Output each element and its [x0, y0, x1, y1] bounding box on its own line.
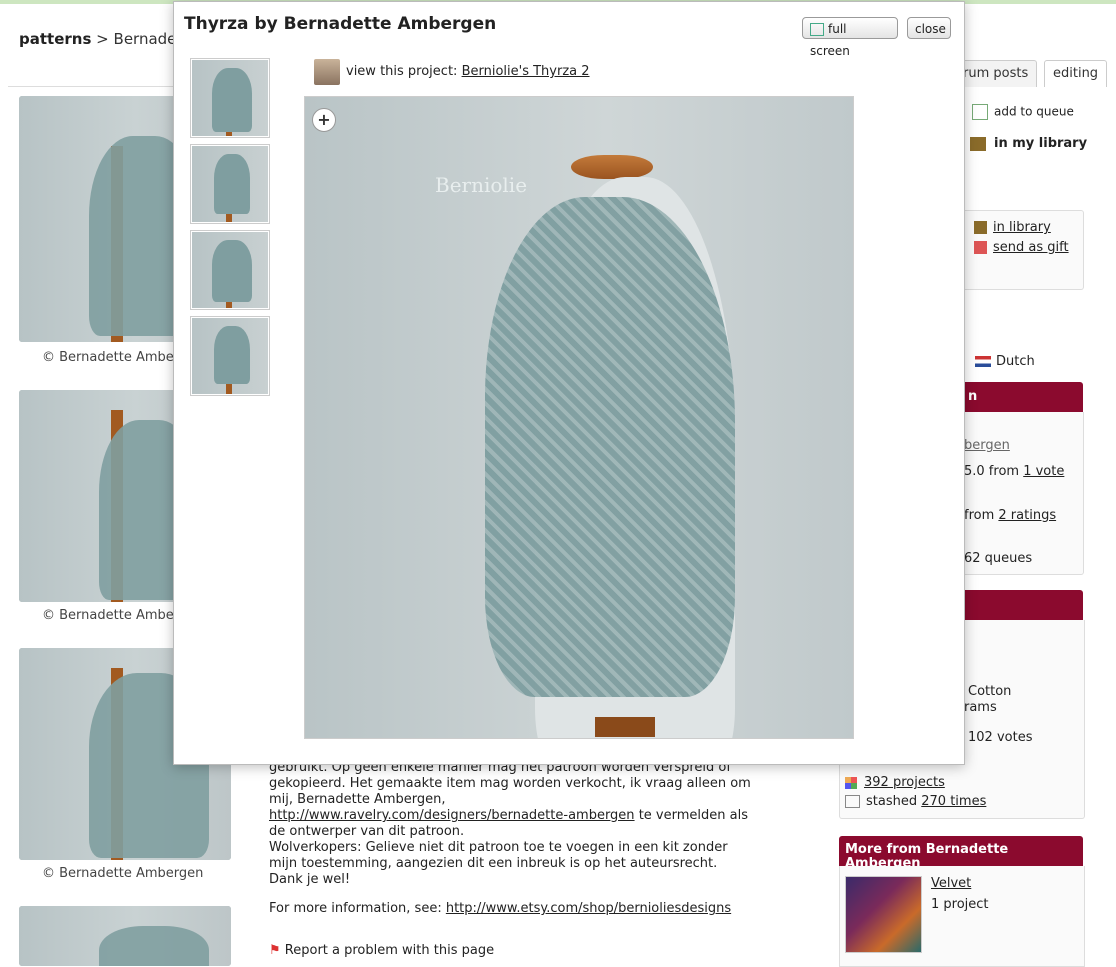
yarn-fiber: Cotton — [968, 684, 1012, 699]
modal-title: Thyrza by Bernadette Ambergen — [184, 14, 497, 34]
thumbnail-2[interactable] — [190, 144, 270, 224]
queue-icon — [972, 104, 988, 120]
stash-icon — [845, 795, 860, 808]
breadcrumb-patterns[interactable]: patterns — [19, 30, 91, 48]
project-photo-modal: Thyrza by Bernadette Ambergen full scree… — [173, 1, 965, 765]
notes-line: mijn toestemming, aangezien dit een inbr… — [269, 856, 718, 871]
photo-caption: © Bernadette Ambergen — [42, 866, 204, 881]
in-library[interactable]: in library — [974, 220, 1051, 235]
notes-line: te vermelden als — [638, 808, 748, 823]
language: Dutch — [975, 354, 1035, 369]
queues-count: 62 queues — [964, 551, 1033, 566]
difficulty-label: from — [964, 508, 995, 523]
notes-line: mij, Bernadette Ambergen, — [269, 792, 446, 807]
photo-watermark: Berniolie — [435, 173, 528, 197]
project-main-photo[interactable]: + Berniolie — [304, 96, 854, 739]
rating-label: 5.0 from — [964, 464, 1020, 479]
report-problem[interactable]: ⚑ Report a problem with this page — [269, 943, 494, 958]
tab-forum-posts[interactable]: rum posts — [954, 60, 1038, 87]
details-box-header — [962, 590, 1083, 620]
shawl — [485, 197, 735, 697]
breadcrumb: patterns > Bernadett — [19, 30, 188, 48]
full-screen-icon — [810, 23, 824, 36]
in-my-library-label: in my library — [994, 136, 1088, 151]
tab-editing[interactable]: editing — [1044, 60, 1108, 87]
photo-caption: © Bernadette Amber — [42, 350, 180, 365]
zoom-in-icon[interactable]: + — [312, 108, 336, 132]
breadcrumb-separator: > — [96, 30, 109, 48]
avatar[interactable] — [314, 58, 340, 85]
dutch-flag-icon — [975, 356, 991, 367]
add-to-queue-label: add to queue — [994, 104, 1074, 119]
etsy-link[interactable]: http://www.etsy.com/shop/bernioliesdesig… — [446, 901, 731, 916]
photo-caption: © Bernadette Ambe — [42, 608, 174, 623]
velvet-thumbnail[interactable] — [845, 876, 922, 953]
difficulty-ratings-link[interactable]: 2 ratings — [998, 508, 1056, 523]
velvet-projects: 1 project — [931, 897, 989, 912]
project-link[interactable]: Berniolie's Thyrza 2 — [462, 64, 590, 79]
projects-icon — [845, 776, 857, 789]
library-icon — [974, 221, 987, 234]
send-as-gift[interactable]: send as gift — [974, 240, 1069, 255]
projects[interactable]: 392 projects — [845, 775, 945, 790]
difficulty: from 2 ratings — [964, 508, 1056, 523]
notes-line: Wolverkopers: Gelieve niet dit patroon t… — [269, 840, 728, 855]
in-my-library[interactable]: in my library — [970, 136, 1087, 151]
rating-votes-link[interactable]: 1 vote — [1023, 464, 1064, 479]
more-info: For more information, see: http://www.et… — [269, 901, 731, 916]
pattern-photo-4[interactable] — [19, 906, 231, 966]
designer-link[interactable]: bergen — [964, 438, 1010, 453]
thumbnail-3[interactable] — [190, 230, 270, 310]
in-library-link[interactable]: in library — [993, 220, 1051, 235]
library-check-icon — [970, 136, 986, 151]
language-label: Dutch — [996, 354, 1035, 369]
view-project-row: view this project: Berniolie's Thyrza 2 — [314, 58, 590, 86]
view-project-label: view this project: — [346, 64, 458, 79]
pattern-notes: gebruikt. Op geen enkele manier mag het … — [269, 760, 789, 888]
notes-line: de ontwerper van dit patroon. — [269, 824, 465, 839]
thumbnail-1[interactable] — [190, 58, 270, 138]
thumbnail-strip — [190, 58, 270, 402]
projects-link[interactable]: 392 projects — [864, 775, 945, 790]
notes-line: Dank je wel! — [269, 872, 351, 887]
rating: 5.0 from 1 vote — [964, 464, 1064, 479]
yarn-weight: rams — [964, 700, 997, 715]
info-box-header: n — [962, 382, 1083, 412]
designer-url-link[interactable]: http://www.ravelry.com/designers/bernade… — [269, 808, 635, 823]
more-info-label: For more information, see: — [269, 901, 442, 916]
velvet-link[interactable]: Velvet — [931, 876, 971, 891]
full-screen-button[interactable]: full screen — [802, 17, 898, 58]
mannequin-cap — [571, 155, 653, 179]
mannequin-stand — [595, 717, 655, 737]
thumbnail-4[interactable] — [190, 316, 270, 396]
flag-icon: ⚑ — [269, 943, 281, 958]
stashed-link[interactable]: 270 times — [921, 794, 986, 809]
stashed-label: stashed — [866, 794, 918, 809]
send-as-gift-link[interactable]: send as gift — [993, 240, 1069, 255]
close-button[interactable]: close — [907, 17, 951, 39]
stashed: stashed 270 times — [845, 794, 986, 809]
add-to-queue[interactable]: add to queue — [972, 104, 1074, 120]
notes-line: gekopieerd. Het gemaakte item mag worden… — [269, 776, 751, 791]
votes-count: 102 votes — [968, 730, 1033, 745]
gift-icon — [974, 241, 987, 254]
report-label: Report a problem with this page — [284, 943, 495, 958]
